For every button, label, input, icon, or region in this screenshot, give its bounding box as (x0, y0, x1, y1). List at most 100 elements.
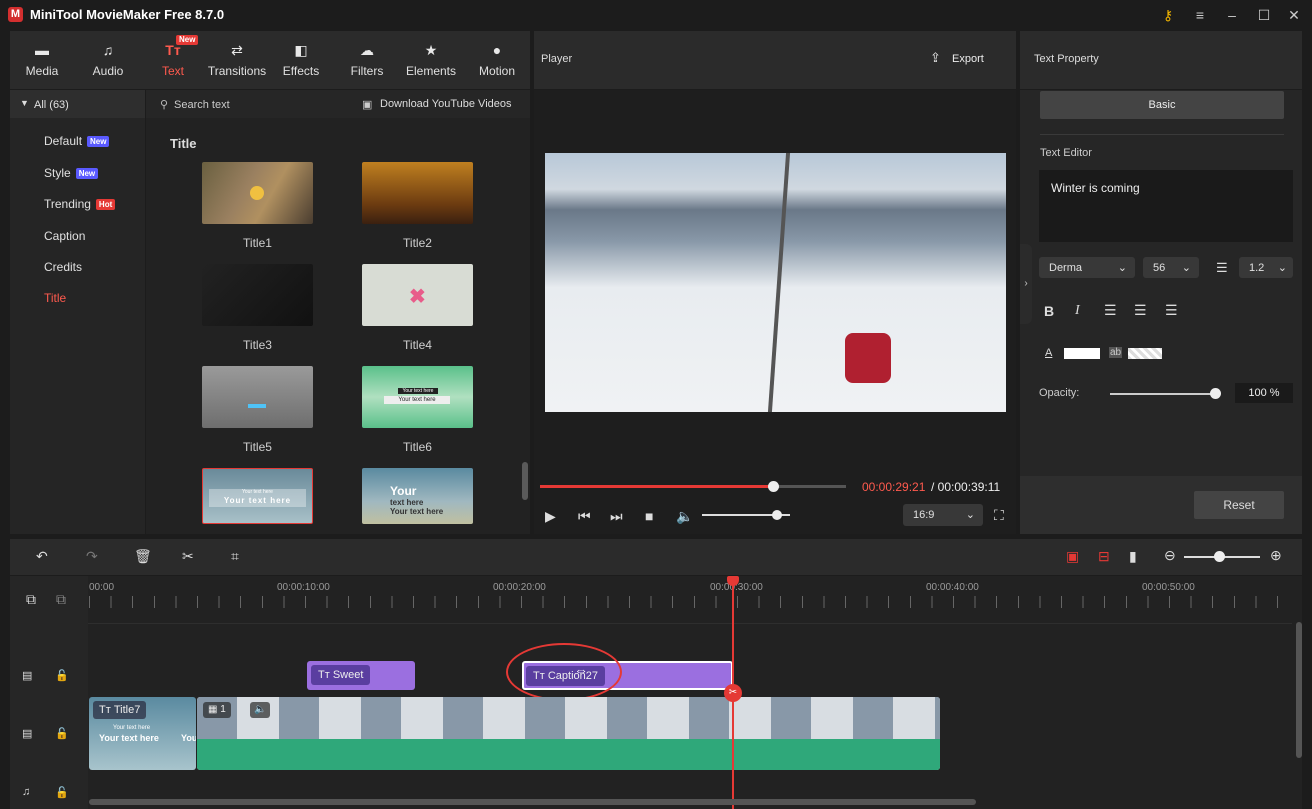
undo-icon[interactable]: ↶ (36, 548, 48, 565)
play-icon[interactable]: ▶ (545, 508, 556, 525)
lock-icon[interactable]: 🔓 (55, 669, 69, 682)
video-preview[interactable] (545, 153, 1006, 412)
fit-icon[interactable]: ▣ (1066, 548, 1079, 565)
bold-icon[interactable]: B (1044, 303, 1054, 319)
scissors-icon[interactable]: ✂ (724, 684, 742, 702)
basic-tab[interactable]: Basic (1040, 91, 1284, 119)
crop-icon[interactable]: ⌗ (231, 548, 239, 565)
video-clip[interactable]: ▦ 1 🔈 (197, 697, 940, 770)
library-scrollbar[interactable] (522, 462, 528, 500)
export-button[interactable]: Export (952, 53, 984, 65)
minimize-icon[interactable]: – (1222, 5, 1242, 25)
category-style[interactable]: Style New (44, 166, 99, 180)
align-center-icon[interactable]: ☰ (1134, 302, 1147, 319)
youtube-icon: ▣ (362, 99, 373, 111)
font-select[interactable]: Derma ⌄ (1039, 257, 1135, 278)
all-header[interactable] (10, 90, 145, 118)
key-icon[interactable]: ⚷ (1158, 5, 1178, 25)
lock-icon[interactable]: 🔓 (55, 727, 69, 740)
clip-volume-icon[interactable]: 🔈 (250, 702, 271, 718)
current-time: 00:00:29:21 (862, 480, 926, 494)
property-header: Text Property (1020, 31, 1302, 89)
video-frames (197, 697, 940, 739)
line-spacing-select[interactable]: 1.2 ⌄ (1239, 257, 1293, 278)
tab-motion[interactable]: ● Motion (467, 31, 527, 89)
tab-media[interactable]: ▬ Media (12, 31, 72, 89)
tab-text[interactable]: New Tт Text (143, 31, 203, 89)
thumb-label: Title2 (403, 236, 432, 250)
remove-track-icon[interactable]: ⧉ (56, 591, 66, 608)
timeline-horizontal-scrollbar[interactable] (89, 799, 976, 805)
collapse-icon[interactable]: ▼ (20, 98, 29, 108)
zoom-out-icon[interactable]: ⊖ (1164, 547, 1176, 564)
line-spacing-icon: ☰ (1216, 260, 1228, 275)
italic-icon[interactable]: I (1075, 303, 1080, 319)
next-icon[interactable]: ⏭ (610, 508, 623, 525)
thumb-title5[interactable] (202, 366, 313, 428)
thumb-title1[interactable] (202, 162, 313, 224)
text-color-swatch[interactable] (1064, 348, 1100, 359)
delete-icon[interactable]: 🗑 (134, 548, 152, 565)
redo-icon[interactable]: ↷ (86, 548, 98, 565)
title-clip[interactable]: Tт Title7 Your text here Your text here … (89, 697, 196, 770)
all-count: All (63) (34, 99, 69, 111)
stop-icon[interactable]: ■ (645, 508, 653, 524)
search-input[interactable]: Search text (174, 99, 230, 111)
thumb-title4[interactable]: ✖ (362, 264, 473, 326)
thumb-title2[interactable] (362, 162, 473, 224)
collapse-panel-handle[interactable]: › (1020, 244, 1032, 324)
zoom-handle[interactable] (1213, 551, 1225, 562)
reset-button[interactable]: Reset (1194, 491, 1284, 519)
close-icon[interactable]: ✕ (1284, 5, 1304, 25)
progress-handle[interactable] (767, 481, 779, 492)
snap-icon[interactable]: ⊟ (1098, 548, 1110, 565)
maximize-icon[interactable]: ☐ (1254, 5, 1274, 25)
split-icon[interactable]: ✂ (182, 548, 194, 565)
category-trending[interactable]: Trending Hot (44, 197, 116, 211)
lift-tower (767, 153, 791, 412)
audio-mix-icon[interactable]: ▮ (1129, 548, 1137, 565)
opacity-handle[interactable] (1210, 388, 1221, 399)
lock-icon[interactable]: 🔓 (55, 786, 69, 799)
align-right-icon[interactable]: ☰ (1165, 302, 1178, 319)
download-youtube-link[interactable]: Download YouTube Videos (380, 98, 512, 110)
category-credits[interactable]: Credits (44, 260, 82, 274)
gondola-shape (845, 333, 891, 383)
media-icon: ▬ (35, 42, 49, 58)
fullscreen-icon[interactable]: ⛶ (994, 507, 1004, 524)
thumb-title6[interactable]: Your text here Your text here (362, 366, 473, 428)
tab-audio[interactable]: ♫ Audio (78, 31, 138, 89)
search-icon[interactable]: ⚲ (160, 98, 168, 111)
background-color-swatch[interactable] (1128, 348, 1162, 359)
text-editor-input[interactable]: Winter is coming (1039, 170, 1293, 242)
timeline-vertical-scrollbar[interactable] (1296, 622, 1302, 758)
category-default[interactable]: Default New (44, 134, 110, 148)
highlight-circle (506, 643, 622, 701)
app-title: MiniTool MovieMaker Free 8.7.0 (30, 7, 225, 22)
previous-icon[interactable]: ⏮ (578, 508, 591, 525)
motion-icon: ● (492, 42, 502, 58)
thumb-title7[interactable]: Your text here Your text here (202, 468, 313, 524)
align-left-icon[interactable]: ☰ (1104, 302, 1117, 319)
opacity-track[interactable] (1110, 393, 1216, 395)
tab-effects[interactable]: ◧ Effects (271, 31, 331, 89)
menu-icon[interactable]: ≡ (1190, 5, 1210, 25)
aspect-select[interactable]: 16:9 ⌄ (903, 504, 983, 526)
category-caption[interactable]: Caption (44, 229, 85, 243)
effects-icon: ◧ (294, 42, 308, 58)
opacity-value[interactable]: 100 % (1235, 383, 1293, 403)
tab-elements[interactable]: ★ Elements (401, 31, 461, 89)
volume-icon[interactable]: 🔈 (676, 508, 693, 525)
thumb-title3[interactable] (202, 264, 313, 326)
category-panel: ▼ All (63) Default New Style New Trending H… (10, 90, 145, 534)
size-select[interactable]: 56 ⌄ (1143, 257, 1199, 278)
tab-transitions[interactable]: ⇄ Transitions (207, 31, 267, 89)
volume-handle[interactable] (771, 510, 782, 520)
category-title[interactable]: Title (44, 291, 66, 305)
tab-filters[interactable]: ☁ Filters (337, 31, 397, 89)
add-track-icon[interactable]: ⧉ (26, 591, 36, 608)
thumb-title8[interactable]: Your text here Your text here (362, 468, 473, 524)
zoom-in-icon[interactable]: ⊕ (1270, 547, 1282, 564)
app-logo: M (8, 7, 23, 22)
text-clip-sweet[interactable]: Tт Sweet (307, 661, 415, 690)
